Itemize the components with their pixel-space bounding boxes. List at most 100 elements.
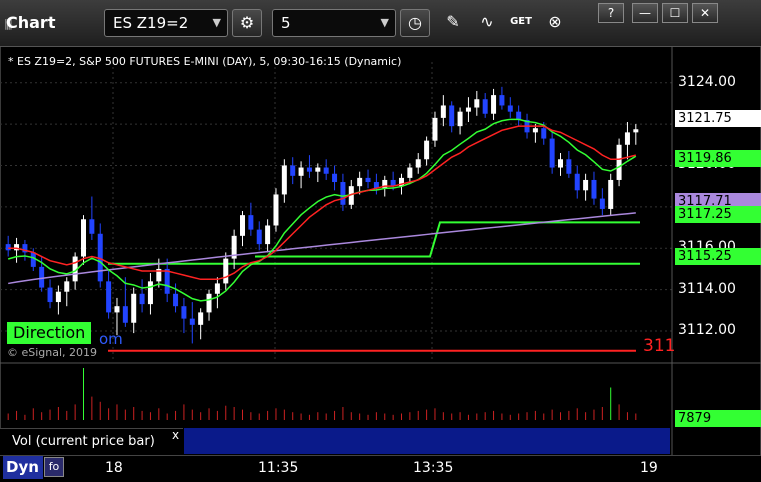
candle-body xyxy=(122,306,128,323)
volume-study-label[interactable]: Vol (current price bar) x xyxy=(0,428,183,455)
minimize-button[interactable]: — xyxy=(632,3,658,23)
candle-body xyxy=(164,268,170,294)
candle-body xyxy=(440,105,446,118)
pencil-icon[interactable]: ✎ xyxy=(438,9,468,37)
candle-body xyxy=(81,219,86,257)
candle-body xyxy=(457,111,463,127)
symbol-value: ES Z19=2 xyxy=(113,14,189,32)
candle-body xyxy=(290,165,296,176)
candle-body xyxy=(566,159,572,174)
volume-value-label: 7879 xyxy=(675,410,761,427)
candle-body xyxy=(549,138,555,168)
candle-body xyxy=(89,219,95,234)
price-label: 3121.75 xyxy=(675,110,761,127)
direction-tail-text: om xyxy=(99,330,123,348)
candle-body xyxy=(147,281,153,305)
clock-icon[interactable]: ◷ xyxy=(400,9,430,37)
candle-body xyxy=(541,128,547,139)
candle-body xyxy=(273,194,279,226)
candle-body xyxy=(574,173,580,191)
gear-icon[interactable]: ⚙ xyxy=(232,9,262,37)
candle-body xyxy=(616,144,622,180)
candle-body xyxy=(223,258,229,284)
candle-body xyxy=(591,179,597,199)
candle-body xyxy=(332,173,338,183)
candle-body xyxy=(139,293,145,305)
dynamic-options-icon[interactable]: fo xyxy=(44,457,64,477)
candle-body xyxy=(181,306,187,319)
study-icon[interactable]: ∿ xyxy=(472,9,502,37)
candle-body xyxy=(5,244,11,251)
candle-body xyxy=(106,281,112,313)
price-chart[interactable] xyxy=(0,46,761,456)
volume-study-text: Vol (current price bar) xyxy=(12,434,155,449)
candle-body xyxy=(198,312,204,325)
candle-body xyxy=(357,177,363,187)
candle-body xyxy=(583,179,589,191)
candle-body xyxy=(465,107,471,112)
candle-body xyxy=(281,165,287,195)
chevron-down-icon[interactable]: ▼ xyxy=(381,16,389,29)
candle-body xyxy=(114,306,120,313)
candle-body xyxy=(449,105,455,127)
candle-body xyxy=(558,159,563,168)
candle-body xyxy=(482,99,488,114)
candle-body xyxy=(214,283,220,294)
price-label: 3115.25 xyxy=(675,248,761,265)
candle-body xyxy=(47,287,53,303)
candle-body xyxy=(532,128,538,133)
candle-body xyxy=(365,177,371,183)
candle-body xyxy=(599,198,605,209)
price-label: 3119.86 xyxy=(675,150,761,167)
candle-body xyxy=(608,179,614,209)
close-button[interactable]: ✕ xyxy=(692,3,718,23)
red-level-label: 311 xyxy=(643,336,676,356)
candle-body xyxy=(173,293,179,307)
candle-body xyxy=(206,293,212,313)
y-tick-label: 3114.00 xyxy=(678,280,736,297)
candle-body xyxy=(189,318,195,325)
candle-body xyxy=(407,167,413,178)
candle-body xyxy=(633,129,639,133)
x-tick-label: 11:35 xyxy=(258,460,299,476)
candle-body xyxy=(340,182,346,205)
candle-body xyxy=(474,99,480,108)
window-title: Chart xyxy=(6,13,56,32)
candle-body xyxy=(248,215,254,230)
interval-input[interactable]: 5 ▼ xyxy=(272,9,396,37)
candle-body xyxy=(298,167,304,176)
help-button[interactable]: ? xyxy=(598,3,624,23)
y-tick-label: 3124.00 xyxy=(678,73,736,90)
close-circle-icon[interactable]: ⊗ xyxy=(540,9,570,37)
copyright: © eSignal, 2019 xyxy=(7,346,98,359)
maximize-button[interactable]: ☐ xyxy=(662,3,688,23)
interval-value: 5 xyxy=(281,14,291,32)
x-tick-label: 13:35 xyxy=(413,460,454,476)
close-icon[interactable]: x xyxy=(172,428,179,442)
candle-body xyxy=(491,95,497,114)
x-tick-label: 19 xyxy=(640,460,658,476)
y-tick-label: 3112.00 xyxy=(678,322,736,339)
volume-study-bar xyxy=(184,428,670,454)
candle-body xyxy=(315,167,321,172)
price-label: 3117.25 xyxy=(675,206,761,223)
symbol-input[interactable]: ES Z19=2 ▼ xyxy=(104,9,228,37)
candle-body xyxy=(131,293,137,323)
candle-body xyxy=(30,252,36,267)
direction-label[interactable]: Direction xyxy=(7,322,92,344)
candle-body xyxy=(624,132,630,145)
candle-body xyxy=(39,266,45,288)
candle-body xyxy=(265,225,271,245)
candle-body xyxy=(240,215,245,236)
chevron-down-icon[interactable]: ▼ xyxy=(213,16,221,29)
title-bar: |||| Chart ES Z19=2 ▼ ⚙ 5 ▼ ◷ ✎ ∿ GET ⊗ … xyxy=(0,0,761,47)
candle-body xyxy=(424,140,430,160)
candle-body xyxy=(415,159,421,168)
candle-body xyxy=(64,281,70,292)
dynamic-button[interactable]: Dyn xyxy=(3,456,43,479)
candle-body xyxy=(306,167,312,172)
green-step-line xyxy=(255,221,640,258)
candle-body xyxy=(499,95,505,106)
get-icon[interactable]: GET xyxy=(506,9,536,37)
candle-body xyxy=(432,117,438,141)
